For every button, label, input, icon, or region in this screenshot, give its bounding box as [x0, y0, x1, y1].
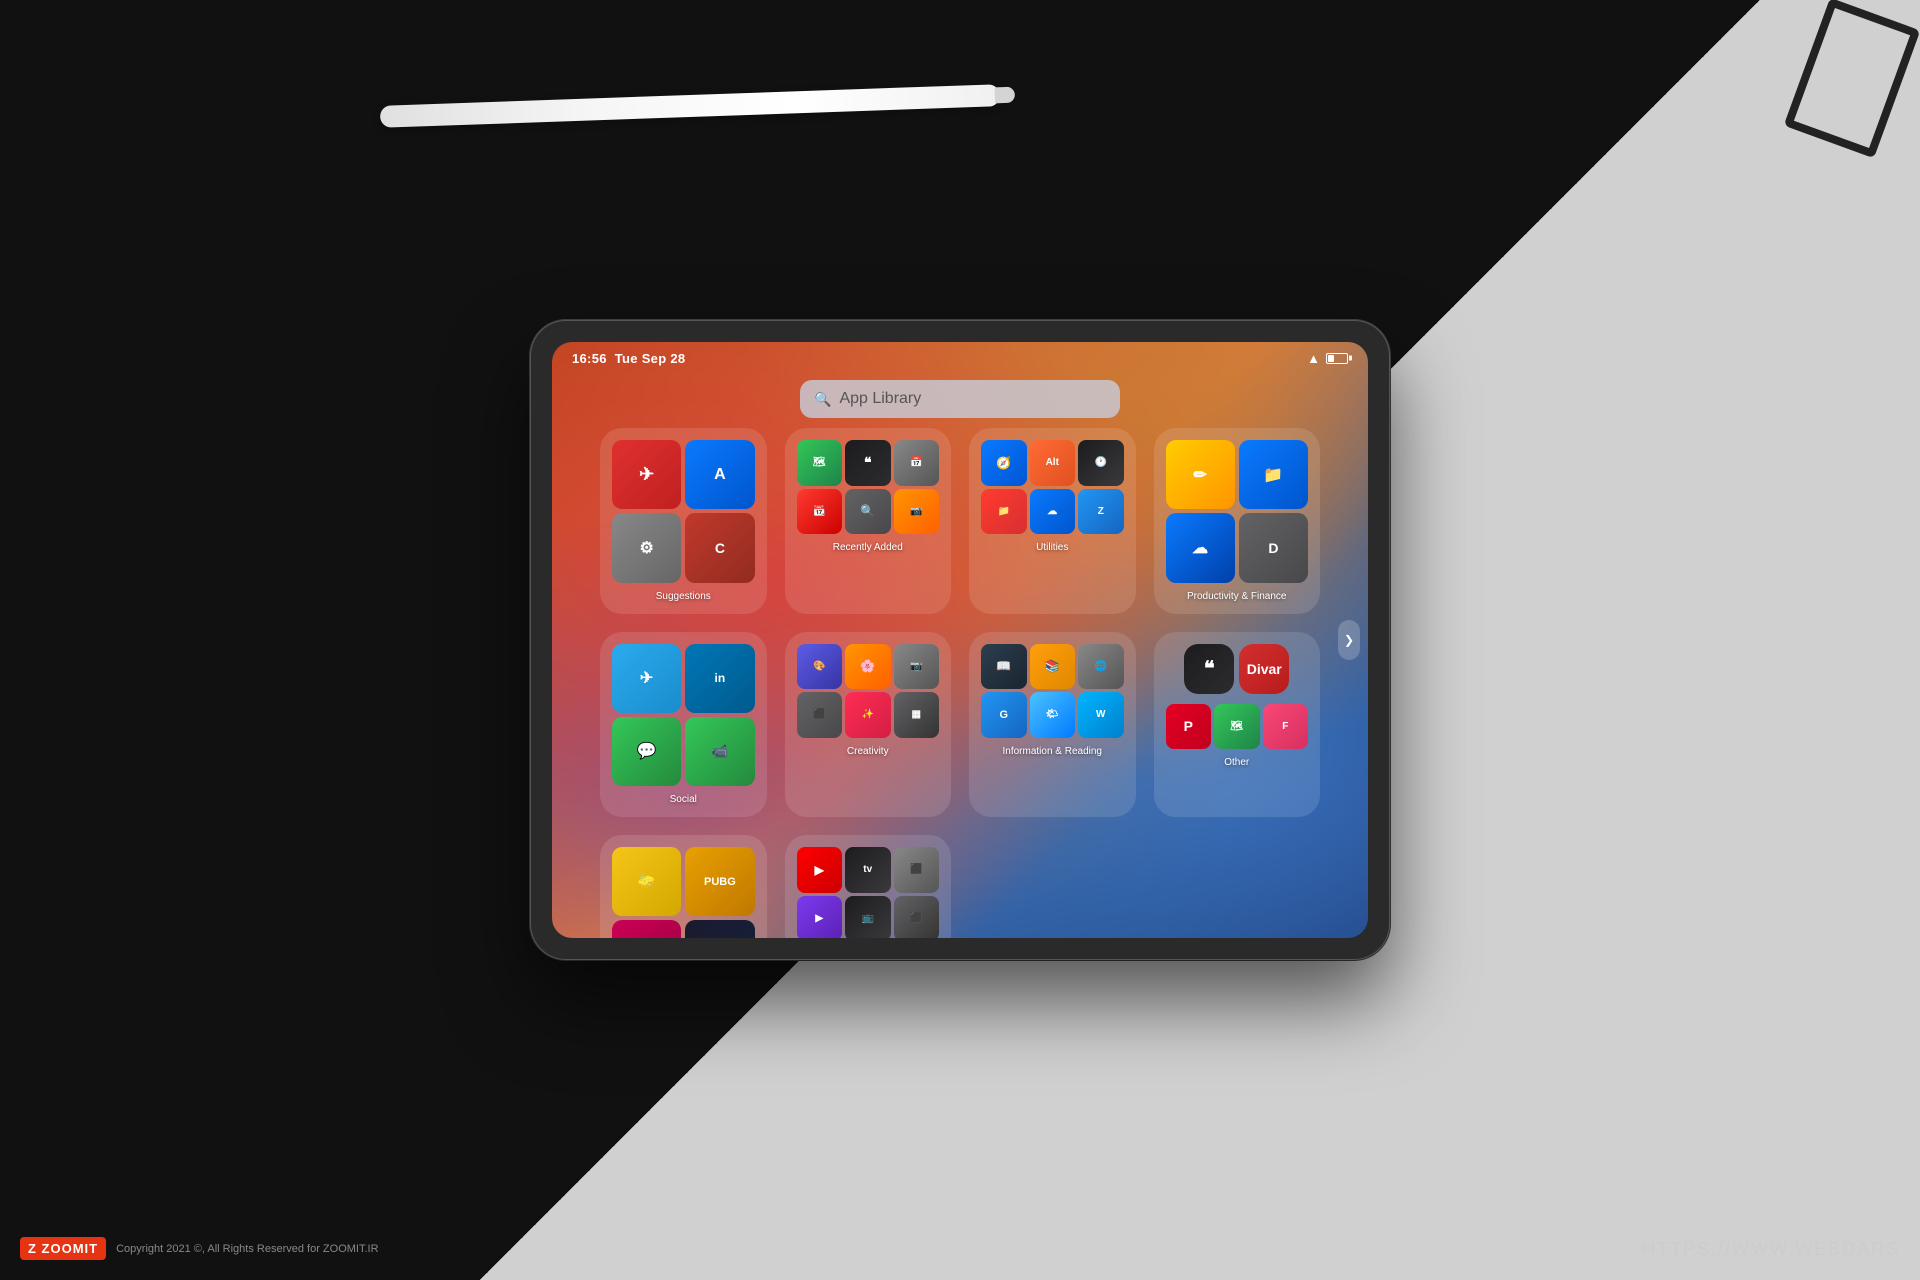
folder-games[interactable]: 🧽 PUBG ♥ 🚗 Games — [600, 835, 767, 938]
app-pinterest: P — [1166, 704, 1212, 750]
app-library-search[interactable]: 🔍 App Library — [800, 380, 1120, 418]
scroll-indicator[interactable]: ❯ — [1338, 620, 1360, 660]
folder-other-small-grid: P 🗺 F — [1166, 704, 1309, 750]
zoomit-logo: Z ZOOMIT — [20, 1237, 106, 1260]
app-photo-small: 📷 — [894, 489, 940, 535]
status-icons: ▲ — [1307, 351, 1348, 366]
app-readera: 📖 — [981, 644, 1027, 690]
app-icloud2: ☁ — [1166, 513, 1235, 582]
app-effects: ✨ — [845, 692, 891, 738]
app-youtube: ▶ — [797, 847, 843, 893]
app-library-grid: ✈ A ⚙ C Suggestions 🗺 ❝ 📅 📆 🔍 — [600, 428, 1320, 938]
folder-productivity-grid: ✏ 📁 ☁ D — [1166, 440, 1309, 583]
app-appletv: tv — [845, 847, 891, 893]
app-quotes: ❝ — [845, 440, 891, 486]
app-racing: 🚗 — [685, 920, 754, 938]
copyright-text: Copyright 2021 ©, All Rights Reserved fo… — [116, 1243, 378, 1255]
status-bar: 16:56 Tue Sep 28 ▲ — [552, 342, 1368, 374]
app-ent3: ⬛ — [894, 847, 940, 893]
app-translate: G — [981, 692, 1027, 738]
app-telegram: ✈ — [612, 644, 681, 713]
ipad-device: 16:56 Tue Sep 28 ▲ 🔍 App Library — [530, 320, 1390, 960]
app-files: 📁 — [981, 489, 1027, 535]
status-date: Tue Sep 28 — [615, 351, 686, 366]
app-safari: 🧭 — [981, 440, 1027, 486]
app-photos: 🌸 — [845, 644, 891, 690]
folder-social-grid: ✈ in 💬 📹 — [612, 644, 755, 787]
folder-productivity[interactable]: ✏ 📁 ☁ D Productivity & Finance — [1154, 428, 1321, 614]
app-weather: 🌤 — [1030, 692, 1076, 738]
folder-utilities-grid: 🧭 Alt 🕐 📁 ☁ Z — [981, 440, 1124, 534]
folder-productivity-label: Productivity & Finance — [1187, 591, 1287, 602]
app-info3: 🌐 — [1078, 644, 1124, 690]
folder-entertainment[interactable]: ▶ tv ⬛ ▶ 📺 ⬛ Entertainment — [785, 835, 952, 938]
folder-suggestions[interactable]: ✈ A ⚙ C Suggestions — [600, 428, 767, 614]
app-zoom: Z — [1078, 489, 1124, 535]
app-settings: ⚙ — [612, 513, 681, 582]
battery-icon — [1326, 353, 1348, 364]
folder-information-grid: 📖 📚 🌐 G 🌤 W — [981, 644, 1124, 738]
folder-utilities-label: Utilities — [1036, 542, 1068, 553]
app-files2: 📁 — [1239, 440, 1308, 509]
chevron-right-icon: ❯ — [1344, 633, 1354, 647]
app-vivacut: ▶ — [797, 896, 843, 939]
app-books: 📚 — [1030, 644, 1076, 690]
app-camera2: ⬛ — [797, 692, 843, 738]
app-foursquare: F — [1263, 704, 1309, 750]
folder-recently-added[interactable]: 🗺 ❝ 📅 📆 🔍 📷 Recently Added — [785, 428, 952, 614]
app-ent6: ⬛ — [894, 896, 940, 939]
folder-social-label: Social — [670, 794, 697, 805]
app-cal-small: 📅 — [894, 440, 940, 486]
app-altstore: Alt — [1030, 440, 1076, 486]
folder-creativity[interactable]: 🎨 🌸 📷 ⬛ ✨ ▦ Creativity — [785, 632, 952, 818]
folder-other[interactable]: ❝ Divar P 🗺 F Other — [1154, 632, 1321, 818]
app-divar-large: Divar — [1239, 644, 1289, 694]
ipad-screen: 16:56 Tue Sep 28 ▲ 🔍 App Library — [552, 342, 1368, 938]
app-appstore: A — [685, 440, 754, 509]
folder-other-label: Other — [1224, 757, 1249, 768]
app-calendar: 📆 — [797, 489, 843, 535]
app-linkedin: in — [685, 644, 754, 713]
app-d: D — [1239, 513, 1308, 582]
wifi-icon: ▲ — [1307, 351, 1320, 366]
folder-social[interactable]: ✈ in 💬 📹 Social — [600, 632, 767, 818]
app-clock: 🕐 — [1078, 440, 1124, 486]
corner-decoration — [1720, 0, 1920, 200]
folder-utilities[interactable]: 🧭 Alt 🕐 📁 ☁ Z Utilities — [969, 428, 1136, 614]
app-maps-other: 🗺 — [1214, 704, 1260, 750]
app-icloud: ☁ — [1030, 489, 1076, 535]
app-lovegame: ♥ — [612, 920, 681, 938]
app-camera: 📷 — [894, 644, 940, 690]
app-pubg: PUBG — [685, 847, 754, 916]
app-wordament: W — [1078, 692, 1124, 738]
app-quotes-large: ❝ — [1184, 644, 1234, 694]
folder-recently-label: Recently Added — [833, 542, 903, 553]
folder-creativity-grid: 🎨 🌸 📷 ⬛ ✨ ▦ — [797, 644, 940, 738]
search-label: App Library — [839, 390, 921, 408]
app-edit: ✏ — [1166, 440, 1235, 509]
app-screensave: 📺 — [845, 896, 891, 939]
search-icon: 🔍 — [814, 391, 831, 408]
ipad-body: 16:56 Tue Sep 28 ▲ 🔍 App Library — [530, 320, 1390, 960]
folder-games-grid: 🧽 PUBG ♥ 🚗 — [612, 847, 755, 938]
watermark-left: Z ZOOMIT Copyright 2021 ©, All Rights Re… — [20, 1237, 379, 1260]
app-misc: ▦ — [894, 692, 940, 738]
watermark-url: HTTPS://WWW.WEBDARS — [1642, 1239, 1900, 1260]
folder-recently-grid: 🗺 ❝ 📅 📆 🔍 📷 — [797, 440, 940, 534]
status-time: 16:56 — [572, 351, 607, 366]
app-maps: 🗺 — [797, 440, 843, 486]
folder-suggestions-label: Suggestions — [656, 591, 711, 602]
app-messages: 💬 — [612, 717, 681, 786]
folder-information[interactable]: 📖 📚 🌐 G 🌤 W Information & Reading — [969, 632, 1136, 818]
folder-suggestions-grid: ✈ A ⚙ C — [612, 440, 755, 583]
app-spongebob: 🧽 — [612, 847, 681, 916]
app-suitcase: ✈ — [612, 440, 681, 509]
app-canon: C — [685, 513, 754, 582]
app-creativity-bg: 🎨 — [797, 644, 843, 690]
app-facetime: 📹 — [685, 717, 754, 786]
folder-entertainment-grid: ▶ tv ⬛ ▶ 📺 ⬛ — [797, 847, 940, 938]
folder-information-label: Information & Reading — [1002, 746, 1102, 757]
folder-creativity-label: Creativity — [847, 746, 889, 757]
app-magnifier: 🔍 — [845, 489, 891, 535]
